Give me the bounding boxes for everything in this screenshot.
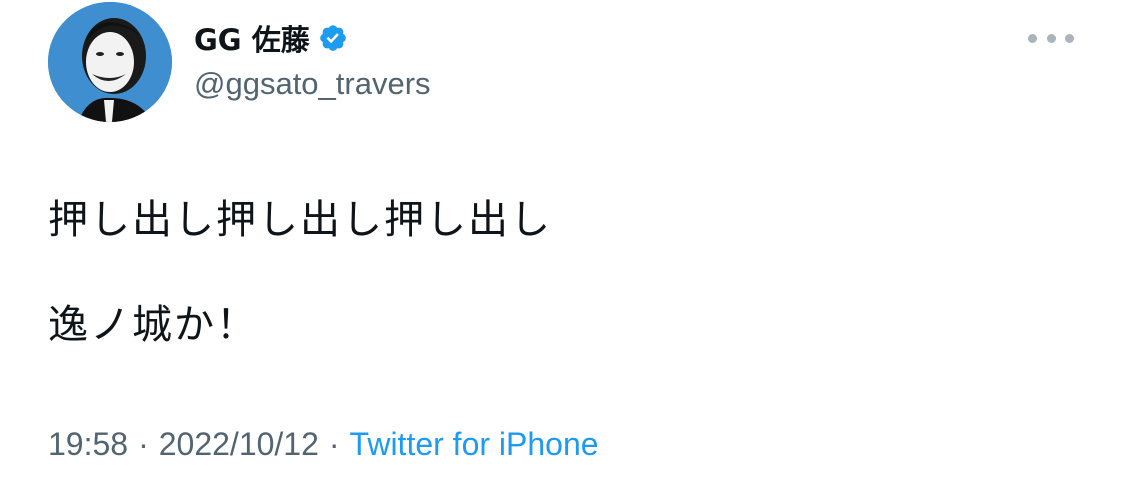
tweet-text-line: 逸ノ城か！	[48, 302, 258, 348]
tweet-time[interactable]: 19:58	[48, 426, 128, 462]
more-dot	[1046, 33, 1056, 43]
tweet-source-link[interactable]: Twitter for iPhone	[350, 426, 599, 462]
name-row: GG 佐藤	[194, 16, 431, 60]
tweet: GG 佐藤 @ggsato_travers 押し出し押し出し押し出し 逸ノ城か！…	[0, 0, 1124, 494]
more-options-icon[interactable]	[1028, 28, 1074, 48]
avatar-photo-icon	[48, 2, 172, 122]
more-dot	[1065, 33, 1074, 43]
avatar[interactable]	[48, 2, 172, 122]
tweet-text-line: 押し出し押し出し押し出し	[48, 197, 552, 243]
display-name[interactable]: GG 佐藤	[194, 17, 310, 59]
user-handle[interactable]: @ggsato_travers	[194, 66, 431, 102]
tweet-meta: 19:58 · 2022/10/12 · Twitter for iPhone	[48, 426, 599, 463]
separator: ·	[138, 426, 149, 462]
more-dot	[1028, 33, 1037, 43]
author-info: GG 佐藤 @ggsato_travers	[194, 16, 431, 102]
verified-badge-icon	[318, 23, 348, 53]
tweet-date[interactable]: 2022/10/12	[159, 426, 319, 462]
separator: ·	[328, 426, 340, 462]
